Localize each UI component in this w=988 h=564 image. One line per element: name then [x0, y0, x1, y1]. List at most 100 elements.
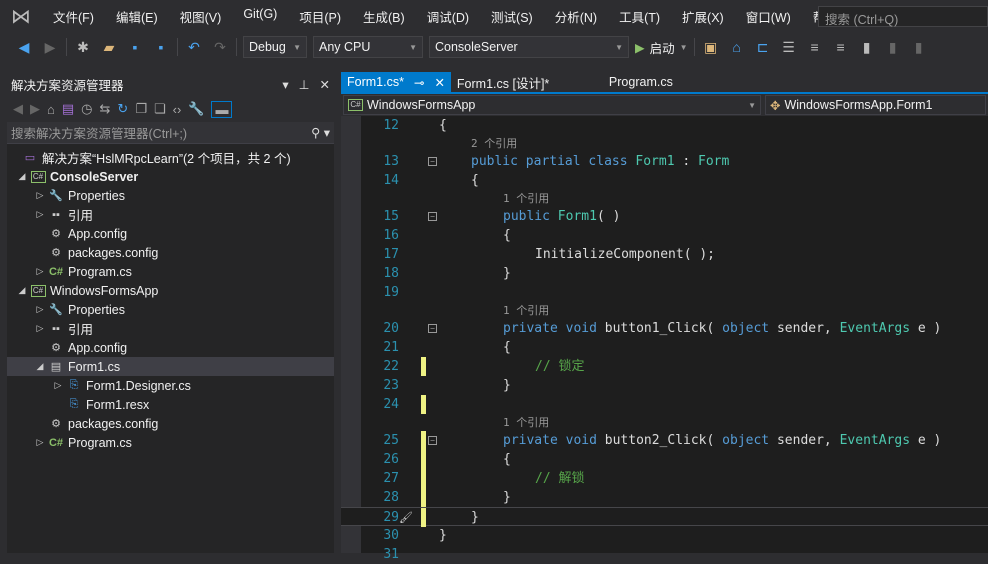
pending-changes-icon[interactable]: ◷	[81, 101, 92, 117]
save-all-icon[interactable]: ▪	[151, 39, 171, 55]
menu-item[interactable]: 生成(B)	[352, 7, 416, 26]
pin-icon[interactable]: ⊥	[299, 77, 310, 92]
redo-icon[interactable]: ↷	[210, 39, 230, 56]
menu-item[interactable]: 扩展(X)	[671, 7, 735, 26]
tree-item[interactable]: ⚙ packages.config	[7, 414, 334, 433]
code-text: {	[439, 116, 447, 135]
codelens[interactable]: 2 个引用	[341, 135, 988, 152]
tree-item[interactable]: ▷ ▪▪ 引用	[7, 205, 334, 224]
menu-item[interactable]: 测试(S)	[480, 7, 544, 26]
vs-switch-view-icon[interactable]: ▤	[62, 101, 74, 117]
code-token: }	[503, 378, 511, 393]
tree-item[interactable]: ⚙ App.config	[7, 224, 334, 243]
tree-item[interactable]: ◢ ▤ Form1.cs	[7, 357, 334, 376]
codelens[interactable]: 1 个引用	[341, 414, 988, 431]
pin-icon[interactable]: ⊸	[414, 75, 424, 90]
menu-item[interactable]: 分析(N)	[544, 7, 608, 26]
home-icon[interactable]: ⌂	[47, 102, 55, 117]
menu-item[interactable]: 视图(V)	[169, 7, 233, 26]
back-icon[interactable]: ◀	[14, 39, 34, 56]
collapse-icon[interactable]: −	[428, 436, 437, 445]
forward-icon[interactable]: ▶	[30, 101, 40, 117]
codelens[interactable]: 1 个引用	[341, 302, 988, 319]
tree-item[interactable]: ◢ C# ConsoleServer	[7, 167, 334, 186]
new-project-icon[interactable]: ✱	[73, 39, 93, 56]
menu-item[interactable]: 工具(T)	[608, 7, 671, 26]
platform-select[interactable]: Any CPU ▼	[313, 36, 423, 58]
quick-action-brush-icon[interactable]: 🖌	[399, 508, 413, 527]
tree-item[interactable]: ⚙ packages.config	[7, 243, 334, 262]
close-icon[interactable]: ✕	[320, 77, 330, 92]
expanded-arrow-icon[interactable]: ◢	[33, 361, 47, 372]
tree-item[interactable]: ◢ C# WindowsFormsApp	[7, 281, 334, 300]
collapse-icon[interactable]: −	[428, 324, 437, 333]
tree-item[interactable]: ▷ ⎘ Form1.Designer.cs	[7, 376, 334, 395]
sync-icon[interactable]: ⇆	[100, 101, 111, 117]
solution-search-input[interactable]: 搜索解决方案资源管理器(Ctrl+;) ⚲ ▾	[7, 122, 334, 144]
tree-item[interactable]: ▷ 🔧 Properties	[7, 186, 334, 205]
view-code-icon[interactable]: ‹›	[173, 102, 182, 117]
menu-item[interactable]: 项目(P)	[288, 7, 352, 26]
expanded-arrow-icon[interactable]: ◢	[15, 171, 29, 182]
outline-icon[interactable]: ☰	[779, 39, 799, 56]
tree-item[interactable]: ▷ 🔧 Properties	[7, 300, 334, 319]
browser-icon[interactable]: ⌂	[727, 39, 747, 55]
search-icon[interactable]: ⚲ ▾	[311, 125, 330, 140]
tab-2[interactable]: Program.cs	[597, 72, 717, 92]
collapsed-arrow-icon[interactable]: ▷	[33, 437, 47, 448]
menu-item[interactable]: 编辑(E)	[105, 7, 169, 26]
collapsed-arrow-icon[interactable]: ▷	[33, 323, 47, 334]
tree-item[interactable]: ⚙ App.config	[7, 338, 334, 357]
tree-item[interactable]: ▭ 解决方案“HslMRpcLearn”(2 个项目，共 2 个)	[7, 148, 334, 167]
collapsed-arrow-icon[interactable]: ▷	[51, 380, 65, 391]
bookmark-icon[interactable]: ▮	[857, 39, 877, 56]
open-folder-icon[interactable]: ▰	[99, 39, 119, 56]
tab-1[interactable]: Form1.cs [设计]*	[451, 72, 597, 92]
project-dropdown[interactable]: C# WindowsFormsApp ▼	[343, 95, 761, 115]
configuration-select[interactable]: Debug ▼	[243, 36, 307, 58]
collapse-all-icon[interactable]: ❐	[135, 101, 147, 117]
find-icon[interactable]: ▣	[701, 39, 721, 56]
undo-icon[interactable]: ↶	[184, 39, 204, 56]
close-icon[interactable]: ✕	[434, 75, 444, 90]
class-dropdown[interactable]: ✥ WindowsFormsApp.Form1	[765, 95, 986, 115]
start-button[interactable]: ▶ 启动 ▼	[635, 38, 688, 57]
solution-explorer-header: 解决方案资源管理器 ▾ ⊥ ✕	[7, 72, 334, 96]
preview-icon[interactable]: ▬	[211, 100, 233, 118]
startup-project-select[interactable]: ConsoleServer ▼	[429, 36, 629, 58]
uncomment-icon[interactable]: ≡	[831, 39, 851, 55]
collapsed-arrow-icon[interactable]: ▷	[33, 190, 47, 201]
dropdown-icon[interactable]: ▾	[282, 77, 288, 92]
search-input[interactable]: 搜索 (Ctrl+Q)	[818, 6, 988, 27]
code-token: Form1	[557, 209, 597, 224]
menu-item[interactable]: 调试(D)	[416, 7, 480, 26]
menu-item[interactable]: 窗口(W)	[735, 7, 802, 26]
show-all-files-icon[interactable]: ❏	[154, 101, 166, 117]
refresh-icon[interactable]: ↻	[117, 101, 128, 117]
collapse-icon[interactable]: −	[428, 157, 437, 166]
tree-item[interactable]: ▷ C# Program.cs	[7, 433, 334, 452]
code-text: }	[439, 526, 447, 545]
next-bookmark-icon[interactable]: ▮	[909, 39, 929, 56]
menu-item[interactable]: Git(G)	[232, 7, 288, 26]
step-icon[interactable]: ⊏	[753, 39, 773, 56]
collapsed-arrow-icon[interactable]: ▷	[33, 304, 47, 315]
back-icon[interactable]: ◀	[13, 101, 23, 117]
tree-item[interactable]: ⎘ Form1.resx	[7, 395, 334, 414]
properties-icon[interactable]: 🔧	[188, 101, 204, 117]
tab-0[interactable]: Form1.cs* ⊸ ✕	[341, 72, 451, 92]
tree-item[interactable]: ▷ C# Program.cs	[7, 262, 334, 281]
code-editor[interactable]: 12 {2 个引用 13 − public partial class Form1 : …	[341, 116, 988, 562]
save-icon[interactable]: ▪	[125, 39, 145, 55]
collapse-icon[interactable]: −	[428, 212, 437, 221]
expanded-arrow-icon[interactable]: ◢	[15, 285, 29, 296]
collapsed-arrow-icon[interactable]: ▷	[33, 209, 47, 220]
comment-icon[interactable]: ≡	[805, 39, 825, 55]
codelens[interactable]: 1 个引用	[341, 190, 988, 207]
separator	[236, 38, 237, 56]
tree-item[interactable]: ▷ ▪▪ 引用	[7, 319, 334, 338]
menu-item[interactable]: 文件(F)	[42, 7, 105, 26]
forward-icon[interactable]: ▶	[40, 39, 60, 56]
prev-bookmark-icon[interactable]: ▮	[883, 39, 903, 56]
collapsed-arrow-icon[interactable]: ▷	[33, 266, 47, 277]
